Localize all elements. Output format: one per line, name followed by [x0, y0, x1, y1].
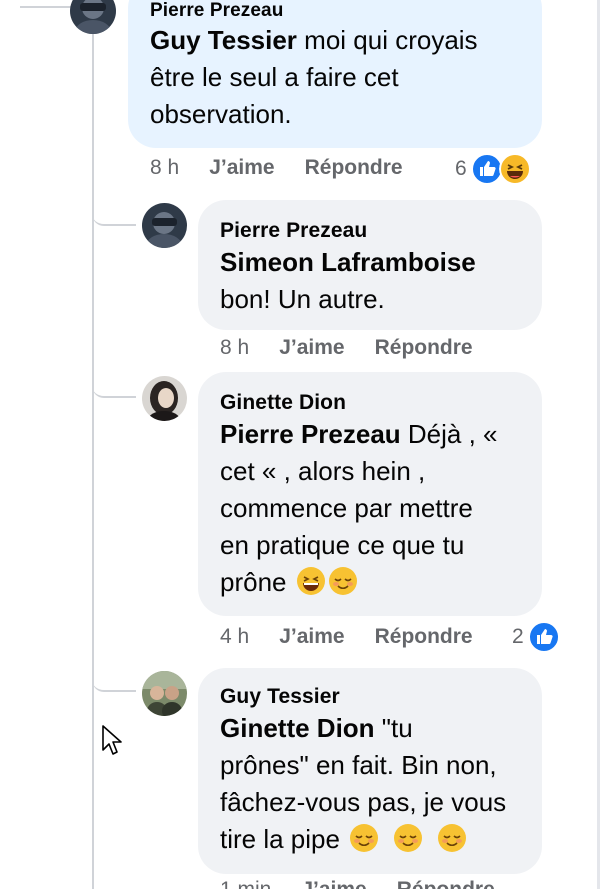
thread-line-top: [20, 6, 72, 8]
comment-author[interactable]: Pierre Prezeau: [150, 0, 520, 22]
relieved-face-icon: [438, 824, 467, 852]
reply-button[interactable]: Répondre: [375, 625, 473, 649]
avatar[interactable]: [142, 376, 187, 421]
mention-link[interactable]: Simeon Laframboise: [220, 247, 476, 277]
reaction-count: 6: [455, 157, 467, 180]
like-button[interactable]: J’aime: [279, 625, 344, 649]
comment-text: Guy Tessier moi qui croyais être le seul…: [150, 25, 478, 129]
like-button[interactable]: J’aime: [209, 156, 274, 180]
avatar[interactable]: [142, 203, 187, 248]
like-button[interactable]: J’aime: [279, 336, 344, 360]
grinning-squinting-face-icon: [296, 567, 325, 595]
comment-bubble: Pierre Prezeau Simeon Laframboise bon! U…: [198, 200, 542, 330]
relieved-face-icon: [328, 567, 357, 595]
comment-actions: 8 h J’aime Répondre: [150, 156, 403, 180]
reaction-summary[interactable]: 2: [512, 621, 560, 653]
haha-icon: [498, 153, 531, 185]
reaction-summary[interactable]: 6: [455, 153, 531, 185]
comment-timestamp[interactable]: 8 h: [150, 156, 179, 180]
thread-connector: [92, 620, 136, 692]
comment-actions: 8 h J’aime Répondre: [220, 336, 473, 360]
thread-connector: [92, 330, 136, 398]
mouse-cursor-icon: [102, 725, 122, 755]
reply-button[interactable]: Répondre: [305, 156, 403, 180]
comment-author[interactable]: Pierre Prezeau: [220, 218, 520, 244]
comment-text: Ginette Dion "tu prônes" en fait. Bin no…: [220, 713, 507, 854]
comment-text: Pierre Prezeau Déjà , « cet « , alors he…: [220, 419, 498, 597]
comment-text: Simeon Laframboise bon! Un autre.: [220, 247, 476, 314]
comment-bubble: Pierre Prezeau Guy Tessier moi qui croya…: [128, 0, 542, 148]
comment-timestamp[interactable]: 4 h: [220, 625, 249, 649]
mention-link[interactable]: Pierre Prezeau: [220, 419, 401, 449]
comment-timestamp[interactable]: 8 h: [220, 336, 249, 360]
comment-thread: Pierre Prezeau Guy Tessier moi qui croya…: [0, 0, 600, 889]
avatar[interactable]: [142, 671, 187, 716]
comment-author[interactable]: Guy Tessier: [220, 684, 520, 710]
mention-link[interactable]: Guy Tessier: [150, 25, 297, 55]
comment-actions: 1 min J’aime Répondre: [220, 878, 495, 889]
avatar[interactable]: [70, 0, 116, 34]
like-icon: [527, 621, 560, 653]
reply-button[interactable]: Répondre: [397, 878, 495, 889]
like-button[interactable]: J’aime: [301, 878, 366, 889]
comment-bubble: Ginette Dion Pierre Prezeau Déjà , « cet…: [198, 372, 542, 616]
relieved-face-icon: [394, 824, 423, 852]
thread-connector: [92, 150, 136, 226]
thread-line-outer: [92, 0, 94, 889]
comment-actions: 4 h J’aime Répondre: [220, 625, 473, 649]
relieved-face-icon: [350, 824, 379, 852]
like-icon: [470, 153, 503, 185]
comment-bubble: Guy Tessier Ginette Dion "tu prônes" en …: [198, 668, 542, 874]
comment-timestamp[interactable]: 1 min: [220, 878, 271, 889]
mention-link[interactable]: Ginette Dion: [220, 713, 375, 743]
comment-author[interactable]: Ginette Dion: [220, 390, 520, 416]
reaction-count: 2: [512, 625, 524, 648]
reply-button[interactable]: Répondre: [375, 336, 473, 360]
